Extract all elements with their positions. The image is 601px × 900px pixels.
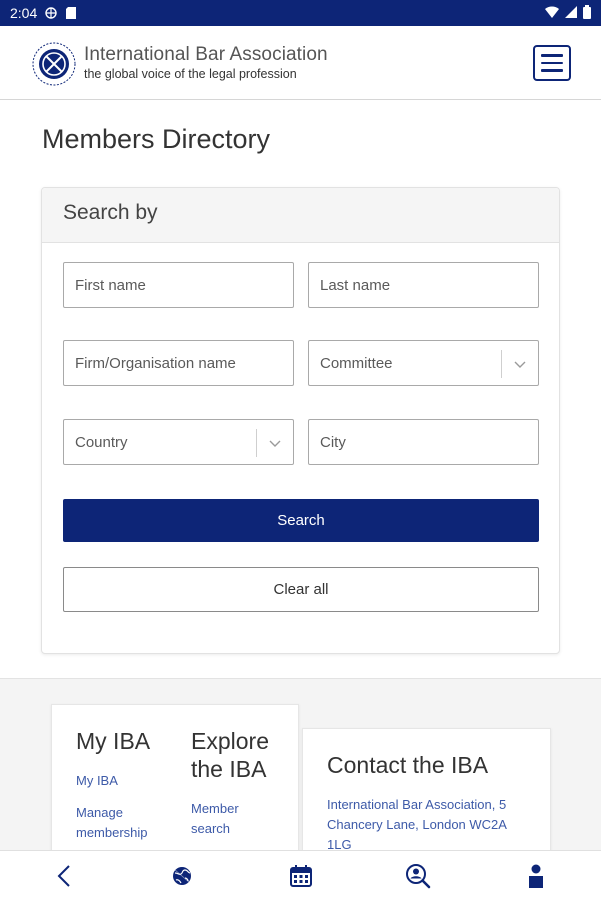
battery-icon [583, 4, 591, 22]
explore-heading: Explore the IBA [191, 728, 269, 782]
globe-icon[interactable] [169, 863, 195, 889]
first-name-input[interactable]: First name [63, 262, 294, 308]
bottom-navigation [0, 850, 601, 900]
committee-select[interactable]: Committee [308, 340, 539, 386]
footer-section: My IBA My IBA Manage membership Explore … [0, 678, 601, 850]
menu-button[interactable] [533, 45, 571, 81]
calendar-icon[interactable] [288, 863, 314, 889]
link-my-iba[interactable]: My IBA [76, 771, 118, 791]
contact-address[interactable]: International Bar Association, 5 Chancer… [327, 795, 527, 850]
hamburger-icon [541, 69, 563, 72]
country-select-label: Country [75, 433, 128, 451]
signal-icon [565, 5, 577, 21]
search-button[interactable]: Search [63, 499, 539, 542]
back-icon[interactable] [52, 863, 78, 889]
contact-heading: Contact the IBA [327, 752, 489, 778]
select-divider [256, 429, 257, 457]
last-name-input[interactable]: Last name [308, 262, 539, 308]
status-bar: 2:04 [0, 0, 601, 26]
org-name: International Bar Association [84, 44, 328, 65]
footer-card-links: My IBA My IBA Manage membership Explore … [51, 704, 299, 850]
search-card-title: Search by [63, 201, 158, 224]
committee-select-label: Committee [320, 354, 393, 372]
country-select[interactable]: Country [63, 419, 294, 465]
status-right-icons [545, 4, 591, 22]
org-tagline: the global voice of the legal profession [84, 67, 297, 81]
iba-logo-icon[interactable] [32, 42, 76, 86]
link-manage-membership[interactable]: Manage membership [76, 803, 176, 843]
hamburger-icon [541, 54, 563, 57]
link-member-search[interactable]: Member search [191, 799, 261, 839]
select-divider [501, 350, 502, 378]
search-person-icon[interactable] [405, 863, 431, 889]
chevron-down-icon [512, 356, 528, 372]
city-input[interactable]: City [308, 419, 539, 465]
hamburger-icon [541, 61, 563, 65]
my-iba-heading: My IBA [76, 728, 151, 754]
person-icon[interactable] [523, 863, 549, 889]
page-title: Members Directory [42, 124, 271, 154]
status-time: 2:04 [10, 5, 38, 21]
clear-all-button[interactable]: Clear all [63, 567, 539, 612]
globe-status-icon [45, 7, 57, 19]
footer-card-contact: Contact the IBA International Bar Associ… [302, 728, 551, 850]
app-header: International Bar Association the global… [0, 26, 601, 100]
wifi-icon [545, 5, 559, 21]
sd-card-status-icon [65, 7, 77, 19]
firm-name-input[interactable]: Firm/Organisation name [63, 340, 294, 386]
chevron-down-icon [267, 435, 283, 451]
